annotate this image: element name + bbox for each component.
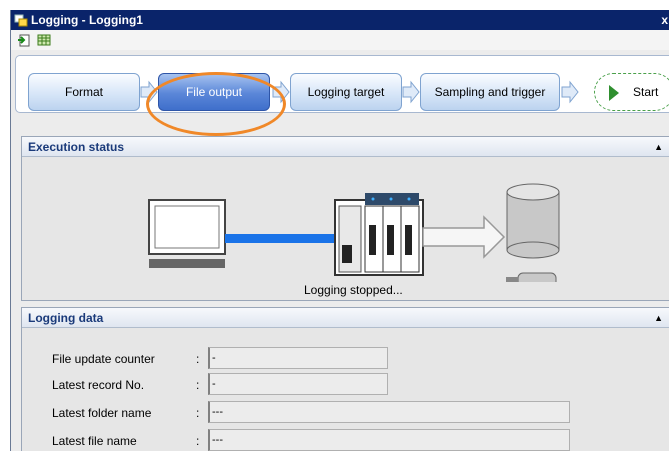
window-title: Logging - Logging1 bbox=[31, 13, 143, 27]
close-button[interactable]: x bbox=[661, 10, 668, 30]
latest-file-name-field: --- bbox=[208, 429, 570, 451]
computer-icon bbox=[148, 199, 226, 268]
start-label: Start bbox=[633, 85, 659, 99]
wizard-steps-bar: Format File output Logging target Sampli… bbox=[15, 55, 669, 113]
execution-status-panel: Execution status ▲ Logging stopped... bbox=[21, 136, 669, 301]
file-update-counter-field: - bbox=[208, 347, 388, 369]
usb-drive-icon bbox=[506, 272, 557, 282]
step-sampling-and-trigger[interactable]: Sampling and trigger bbox=[420, 73, 560, 111]
step-format-label: Format bbox=[64, 85, 103, 99]
connection-line bbox=[225, 234, 335, 243]
import-icon[interactable] bbox=[17, 33, 31, 47]
database-icon bbox=[506, 183, 560, 259]
chevron-right-icon bbox=[140, 80, 158, 104]
toolbar bbox=[11, 30, 669, 50]
logging-data-panel: Logging data ▲ File update counter : - L… bbox=[21, 307, 669, 451]
latest-folder-name-field: --- bbox=[208, 401, 570, 423]
plc-icon bbox=[334, 193, 424, 276]
latest-record-no-label: Latest record No. bbox=[52, 378, 145, 392]
logging-status-text: Logging stopped... bbox=[304, 283, 403, 297]
step-logging-target-label: Logging target bbox=[307, 85, 385, 99]
execution-status-title: Execution status bbox=[28, 140, 125, 154]
latest-file-name-label: Latest file name bbox=[52, 434, 137, 448]
arrow-right-icon bbox=[422, 215, 506, 259]
step-file-output-label: File output bbox=[185, 85, 243, 99]
title-bar: Logging - Logging1 x bbox=[11, 10, 669, 30]
collapse-icon[interactable]: ▲ bbox=[654, 137, 663, 157]
step-file-output[interactable]: File output bbox=[158, 73, 270, 111]
logging-data-header[interactable]: Logging data ▲ bbox=[22, 308, 669, 328]
file-update-counter-label: File update counter bbox=[52, 352, 155, 366]
app-icon bbox=[14, 14, 28, 27]
step-logging-target[interactable]: Logging target bbox=[290, 73, 402, 111]
start-button[interactable]: Start bbox=[594, 73, 669, 111]
chevron-right-icon bbox=[272, 80, 290, 104]
chevron-right-icon bbox=[402, 80, 420, 104]
step-sampling-and-trigger-label: Sampling and trigger bbox=[434, 85, 546, 99]
latest-folder-name-label: Latest folder name bbox=[52, 406, 152, 420]
step-format[interactable]: Format bbox=[28, 73, 140, 111]
latest-record-no-field: - bbox=[208, 373, 388, 395]
collapse-icon[interactable]: ▲ bbox=[654, 308, 663, 328]
logging-data-title: Logging data bbox=[28, 311, 104, 325]
execution-status-header[interactable]: Execution status ▲ bbox=[22, 137, 669, 157]
logging-window: Logging - Logging1 x Format File output … bbox=[10, 10, 669, 451]
play-icon bbox=[609, 85, 619, 101]
table-icon[interactable] bbox=[37, 33, 51, 47]
chevron-right-icon bbox=[561, 80, 579, 104]
execution-diagram bbox=[148, 183, 560, 282]
